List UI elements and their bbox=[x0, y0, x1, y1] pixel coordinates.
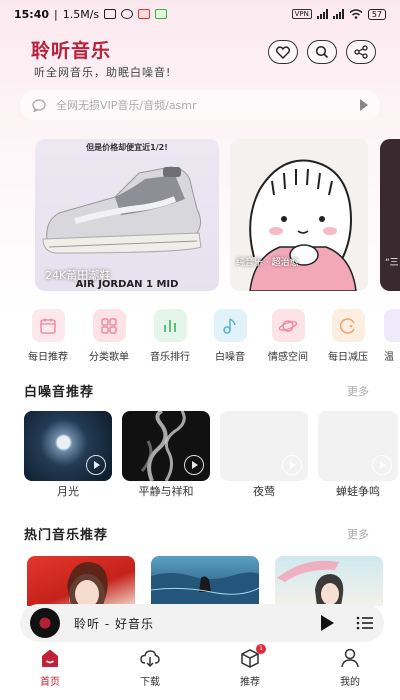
white-noise-card-nightingale[interactable] bbox=[220, 411, 308, 481]
search-bar[interactable]: 全网无损VIP音乐/音频/asmr bbox=[20, 90, 380, 120]
white-noise-card-calm[interactable] bbox=[122, 411, 210, 481]
grid-icon bbox=[92, 309, 126, 342]
category-label: 分类歌单 bbox=[89, 352, 129, 363]
box-icon: 1 bbox=[239, 644, 266, 669]
play-icon[interactable] bbox=[184, 455, 204, 475]
category-label: 音乐排行 bbox=[150, 352, 190, 363]
category-label: 情感空间 bbox=[268, 352, 308, 363]
banner-caption: “三 bbox=[385, 258, 399, 268]
now-playing-title: 聆听 - 好音乐 bbox=[74, 616, 154, 631]
planet-icon bbox=[271, 309, 305, 342]
search-icon bbox=[315, 45, 329, 59]
wifi-icon bbox=[349, 9, 363, 19]
bottom-nav: 首页 下载 1 推荐 我的 bbox=[0, 643, 400, 700]
mini-player[interactable]: 聆听 - 好音乐 bbox=[20, 604, 384, 642]
music-note-icon bbox=[213, 309, 247, 342]
category-label: 每日推荐 bbox=[28, 352, 68, 363]
category-emotion-space[interactable]: 情感空间 bbox=[264, 309, 312, 363]
banner-model-name: AIR JORDAN 1 MID bbox=[75, 279, 179, 290]
bar-chart-icon bbox=[153, 309, 187, 342]
nav-label: 我的 bbox=[340, 677, 360, 688]
white-noise-label: 月光 bbox=[57, 485, 79, 498]
play-icon[interactable] bbox=[282, 455, 302, 475]
play-icon[interactable] bbox=[86, 455, 106, 475]
signal-icon bbox=[316, 9, 328, 19]
status-time: 15:40 bbox=[14, 7, 50, 21]
share-icon bbox=[354, 45, 368, 59]
heart-icon bbox=[276, 45, 290, 59]
play-triangle-icon[interactable] bbox=[360, 99, 368, 111]
banner-pure-music[interactable]: 纯音乐 · 超治愈 bbox=[230, 139, 368, 291]
category-label: 每日减压 bbox=[328, 352, 368, 363]
cloud-download-icon bbox=[139, 647, 161, 669]
nav-label: 推荐 bbox=[240, 677, 260, 688]
white-noise-label: 夜莺 bbox=[253, 485, 275, 498]
white-noise-label: 平静与祥和 bbox=[138, 485, 194, 498]
network-speed: 1.5M/s bbox=[62, 7, 100, 21]
section-title-white-noise: 白噪音推荐 bbox=[24, 385, 95, 400]
category-label: 温 bbox=[384, 352, 394, 363]
category-daily-recommend[interactable]: 每日推荐 bbox=[24, 309, 72, 363]
battery-indicator: 57 bbox=[367, 8, 386, 20]
category-charts[interactable]: 音乐排行 bbox=[146, 309, 194, 363]
category-daily-relax[interactable]: 每日减压 bbox=[324, 309, 372, 363]
banner-caption: 纯音乐 · 超治愈 bbox=[236, 258, 299, 268]
search-button[interactable] bbox=[307, 40, 337, 64]
banner-partial[interactable]: “三 bbox=[380, 139, 400, 291]
white-noise-card-moonlight[interactable] bbox=[24, 411, 112, 481]
category-partial[interactable]: 温 bbox=[384, 309, 400, 363]
calendar-icon bbox=[31, 309, 65, 342]
nav-download[interactable]: 下载 bbox=[120, 647, 180, 688]
album-disc-icon[interactable] bbox=[30, 608, 60, 638]
home-icon bbox=[39, 647, 61, 669]
favorites-button[interactable] bbox=[268, 40, 298, 64]
girl-umbrella-photo bbox=[277, 560, 344, 606]
app-subtitle: 听全网音乐，助眠白噪音! bbox=[34, 66, 172, 79]
hot-music-more-link[interactable]: 更多 bbox=[347, 526, 369, 542]
nav-recommend[interactable]: 1 推荐 bbox=[220, 644, 280, 688]
white-noise-label: 蝉蛙争鸣 bbox=[336, 485, 380, 498]
hot-music-card-2[interactable] bbox=[151, 556, 259, 606]
signal-2-icon bbox=[332, 9, 344, 19]
user-icon bbox=[339, 647, 361, 669]
hot-music-card-1[interactable] bbox=[27, 556, 135, 606]
hot-music-card-3[interactable] bbox=[275, 556, 383, 606]
ocean-photo bbox=[151, 572, 259, 606]
nav-profile[interactable]: 我的 bbox=[320, 647, 380, 688]
vpn-badge: VPN bbox=[291, 9, 312, 19]
white-noise-more-link[interactable]: 更多 bbox=[347, 383, 369, 399]
nav-label: 下载 bbox=[140, 677, 160, 688]
notification-icon bbox=[104, 9, 117, 19]
app-title: 聆听音乐 bbox=[31, 40, 112, 62]
status-bar: 15:40 | 1.5M/s VPN 57 bbox=[0, 0, 400, 28]
share-button[interactable] bbox=[346, 40, 376, 64]
category-playlists[interactable]: 分类歌单 bbox=[85, 309, 133, 363]
cartoon-girl-illustration bbox=[230, 139, 368, 291]
playlist-icon[interactable] bbox=[356, 616, 374, 630]
nav-home[interactable]: 首页 bbox=[20, 647, 80, 688]
search-input[interactable]: 全网无损VIP音乐/音频/asmr bbox=[56, 97, 360, 113]
smile-icon bbox=[331, 309, 365, 342]
category-label: 白噪音 bbox=[215, 352, 245, 363]
section-title-hot-music: 热门音乐推荐 bbox=[24, 528, 109, 543]
singer-photo bbox=[67, 562, 108, 606]
white-noise-card-cicada[interactable] bbox=[318, 411, 398, 481]
alarm-icon bbox=[121, 9, 134, 19]
banner-sneaker-ad[interactable]: 但是价格却便宜近1/2! 24K莆田潮鞋 AIR JORDAN 1 MID bbox=[35, 139, 219, 291]
nav-label: 首页 bbox=[40, 677, 60, 688]
message-icon bbox=[155, 9, 168, 19]
notification-badge: 1 bbox=[256, 644, 266, 654]
play-button[interactable] bbox=[321, 615, 334, 631]
status-divider: | bbox=[54, 7, 58, 21]
chat-bubble-icon bbox=[32, 98, 46, 112]
play-icon[interactable] bbox=[372, 455, 392, 475]
app-notification-icon bbox=[138, 9, 151, 19]
category-white-noise[interactable]: 白噪音 bbox=[206, 309, 254, 363]
category-icon bbox=[384, 309, 400, 342]
